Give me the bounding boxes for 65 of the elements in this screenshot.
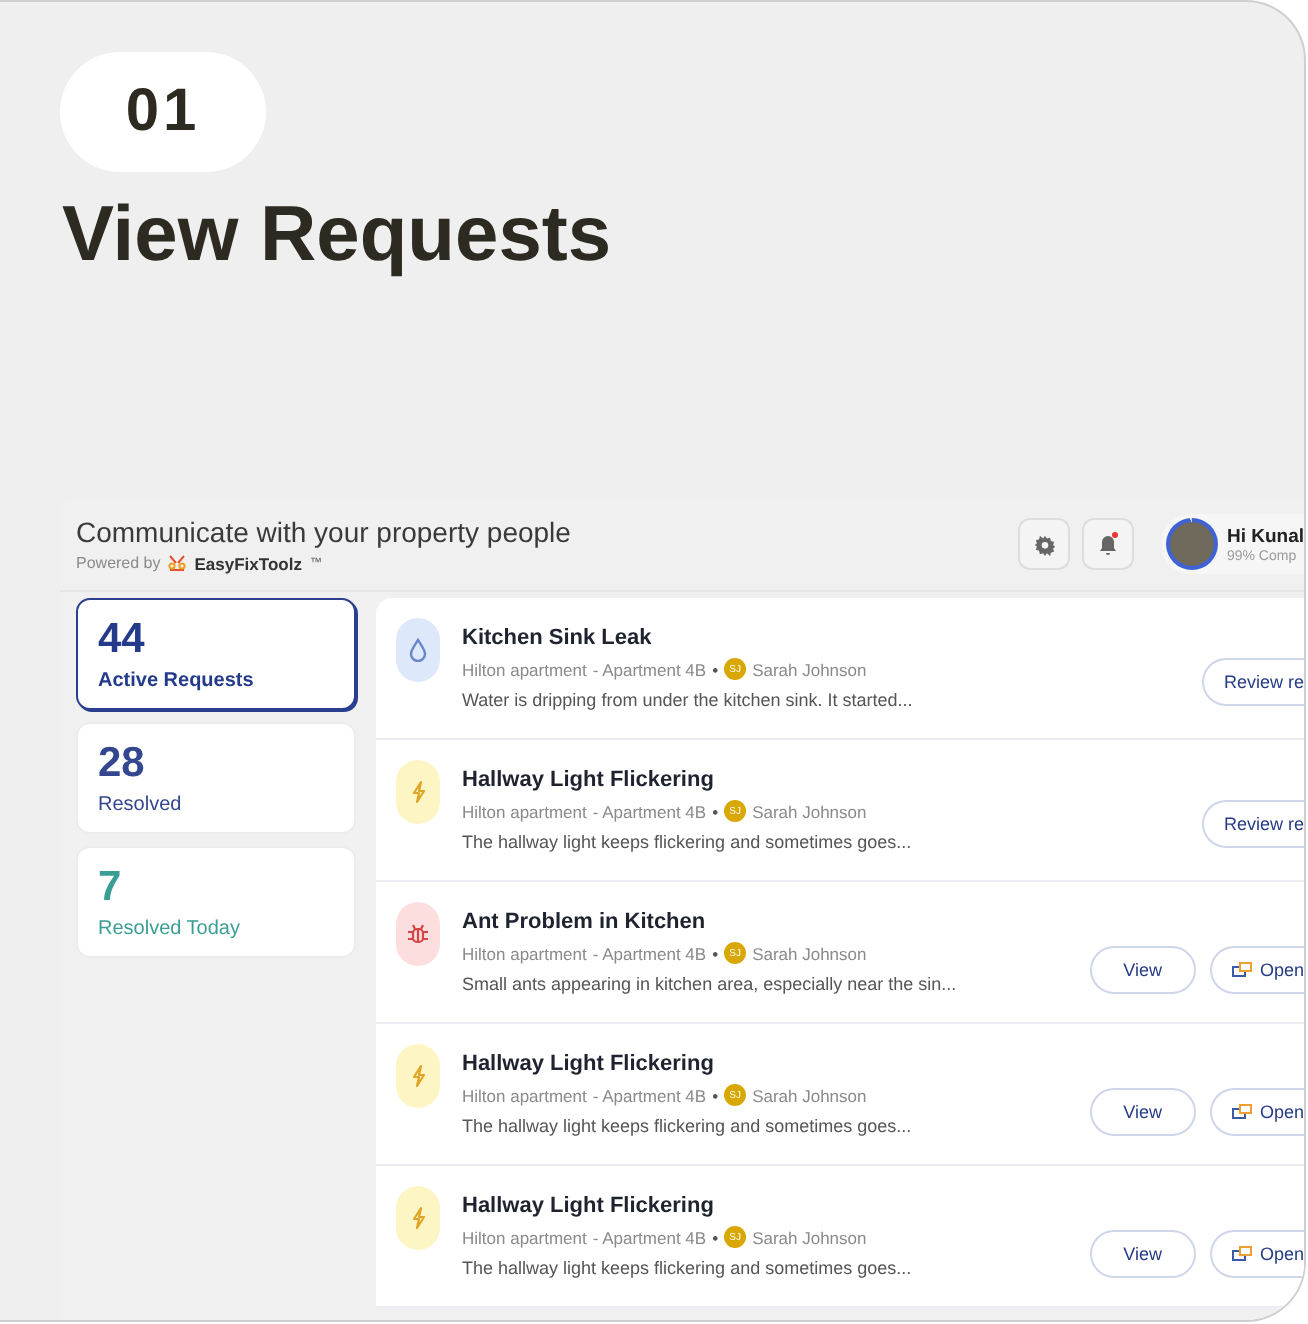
powered-by-text: Powered by <box>76 554 161 572</box>
property-name: Hilton apartment <box>462 801 587 821</box>
lightning-icon <box>409 1064 427 1088</box>
app-title: Communicate with your property people <box>76 515 571 547</box>
property-name: Hilton apartment <box>462 1227 587 1247</box>
request-title[interactable]: Ant Problem in Kitchen <box>462 910 706 934</box>
request-title[interactable]: Hallway Light Flickering <box>462 1052 714 1076</box>
tenant-name: Sarah Johnson <box>752 801 867 821</box>
settings-icon <box>1033 533 1056 555</box>
request-description: The hallway light keeps flickering and sometimes goes... <box>462 1258 912 1278</box>
bullet-separator: • <box>712 659 719 679</box>
stat-label: Resolved Today <box>98 918 240 940</box>
open-chat-button[interactable]: Open <box>1209 946 1304 994</box>
stat-label: Resolved <box>98 794 182 816</box>
unit-name: - Apartment 4B <box>592 1227 707 1247</box>
request-description: The hallway light keeps flickering and sometimes goes... <box>462 832 912 852</box>
stat-card[interactable]: 44 Active Requests <box>76 598 356 710</box>
bullet-separator: • <box>712 1085 719 1105</box>
bell-icon <box>1098 533 1119 555</box>
page-title: View Requests <box>62 192 612 280</box>
view-button[interactable]: View <box>1089 1230 1196 1278</box>
property-name: Hilton apartment <box>462 943 587 963</box>
stat-value: 28 <box>98 740 145 788</box>
lightning-icon <box>409 1206 427 1230</box>
chat-icon <box>1231 1103 1252 1121</box>
notifications-button[interactable] <box>1082 518 1135 570</box>
request-description: Small ants appearing in kitchen area, especially near the sin... <box>462 974 957 994</box>
bullet-separator: • <box>712 943 719 963</box>
bullet-separator: • <box>712 801 719 821</box>
brand-name: EasyFixToolz <box>194 553 302 573</box>
unit-name: - Apartment 4B <box>592 801 707 821</box>
water-drop-icon <box>408 638 428 662</box>
stat-value: 44 <box>98 616 145 664</box>
open-chat-button[interactable]: Open <box>1209 1230 1304 1278</box>
chat-icon <box>1231 1245 1252 1263</box>
tenant-name: Sarah Johnson <box>752 943 867 963</box>
request-title[interactable]: Hallway Light Flickering <box>462 768 714 792</box>
bug-icon <box>406 922 430 946</box>
review-request-button[interactable]: Review re <box>1201 800 1304 848</box>
property-name: Hilton apartment <box>462 659 587 679</box>
user-greeting: Hi Kunal <box>1226 525 1304 547</box>
property-name: Hilton apartment <box>462 1085 587 1105</box>
unit-name: - Apartment 4B <box>592 943 707 963</box>
stat-label: Active Requests <box>98 670 254 692</box>
settings-button[interactable] <box>1018 518 1071 570</box>
logo-icon <box>168 554 187 572</box>
unit-name: - Apartment 4B <box>592 659 707 679</box>
review-request-button[interactable]: Review re <box>1201 658 1304 706</box>
lightning-icon <box>409 780 427 804</box>
tenant-name: Sarah Johnson <box>752 1227 867 1247</box>
view-button[interactable]: View <box>1089 1088 1196 1136</box>
request-title[interactable]: Kitchen Sink Leak <box>462 626 652 650</box>
bullet-separator: • <box>712 1227 719 1247</box>
request-title[interactable]: Hallway Light Flickering <box>462 1194 714 1218</box>
chat-icon <box>1231 961 1252 979</box>
tenant-name: Sarah Johnson <box>752 1085 867 1105</box>
step-number-badge: 01 <box>60 52 266 172</box>
unit-name: - Apartment 4B <box>592 1085 707 1105</box>
stat-card[interactable]: 28 Resolved <box>76 722 356 834</box>
stat-value: 7 <box>98 864 122 912</box>
request-description: The hallway light keeps flickering and sometimes goes... <box>462 1116 912 1136</box>
request-description: Water is dripping from under the kitchen sink. It started... <box>462 690 913 710</box>
tenant-name: Sarah Johnson <box>752 659 867 679</box>
view-button[interactable]: View <box>1089 946 1196 994</box>
open-chat-button[interactable]: Open <box>1209 1088 1304 1136</box>
